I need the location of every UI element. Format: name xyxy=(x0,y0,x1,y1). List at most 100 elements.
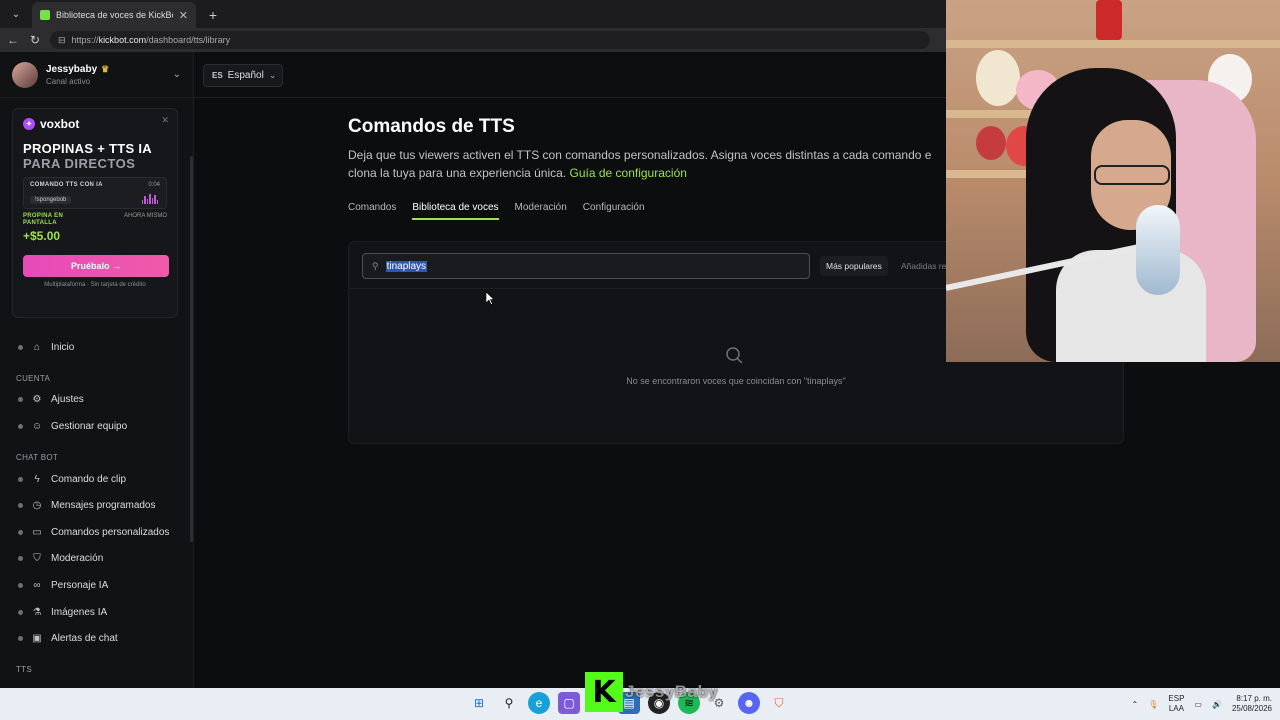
shield-icon: ⛉ xyxy=(33,553,41,565)
microphone-icon[interactable]: 🎙 xyxy=(1148,700,1158,709)
plush-toy xyxy=(1096,0,1122,40)
tab-moderacion[interactable]: Moderación xyxy=(515,202,567,220)
language-selector[interactable]: ES Español ⌄ xyxy=(203,64,283,87)
kick-logo-icon: K xyxy=(585,672,623,712)
avatar xyxy=(12,61,38,88)
voxbot-promo-card: ✕ ✦ voxbot PROPINAS + TTS IA PARA DIRECTO… xyxy=(12,108,178,318)
search-icon xyxy=(726,347,743,364)
close-tab-icon[interactable]: ✕ xyxy=(179,9,188,22)
tab-title: Biblioteca de voces de KickBot xyxy=(56,10,173,20)
clock[interactable]: 8:17 p. m. 25/08/2026 xyxy=(1232,694,1272,714)
gift-icon: ▣ xyxy=(32,633,42,645)
clip-icon: ϟ xyxy=(34,473,40,485)
chevron-down-icon: ⌄ xyxy=(268,70,277,80)
try-it-button[interactable]: Pruébalo → xyxy=(23,255,169,277)
sort-most-popular-button[interactable]: Más populares xyxy=(820,256,888,276)
webcam-overlay xyxy=(946,0,1280,362)
mouse-cursor-icon xyxy=(486,292,494,305)
home-icon: ⌂ xyxy=(33,341,41,353)
tip-preview: PROPINA EN PANTALLA AHORA MISMO +$5.00 xyxy=(23,213,167,243)
promo-subheadline: PARA DIRECTOS xyxy=(23,156,136,171)
profile-name: Jessybaby xyxy=(46,63,98,75)
close-icon[interactable]: ✕ xyxy=(161,115,169,126)
url-field[interactable]: ⊟ https://kickbot.com/dashboard/tts/libr… xyxy=(50,31,930,49)
input-language[interactable]: ESP LAA xyxy=(1168,694,1184,714)
tab-configuracion[interactable]: Configuración xyxy=(583,202,645,220)
waveform-icon xyxy=(141,194,158,204)
glasses xyxy=(1094,165,1170,185)
profile-status: Canal activo xyxy=(46,76,91,86)
language-label: Español xyxy=(227,70,264,81)
tab-list-chevron-icon[interactable]: ⌄ xyxy=(4,2,28,26)
gear-icon: ⚙ xyxy=(32,394,42,406)
empty-state-message: No se encontraron voces que coincidan co… xyxy=(626,376,846,386)
microphone xyxy=(1136,205,1180,295)
chevron-up-icon[interactable]: ⌃ xyxy=(1132,700,1139,709)
search-icon: ⚲ xyxy=(372,260,379,271)
clock-icon: ◷ xyxy=(32,500,42,512)
back-arrow-icon[interactable]: ← xyxy=(6,33,20,47)
kickbot-favicon-icon xyxy=(40,10,50,20)
sidebar-item-mensajes-programados[interactable]: ◷ Mensajes programados xyxy=(0,492,193,519)
tab-comandos[interactable]: Comandos xyxy=(348,202,396,220)
brave-browser-icon[interactable]: ⛉ xyxy=(768,692,790,714)
sidebar-item-comando-de-clip[interactable]: ϟ Comando de clip xyxy=(0,466,193,493)
new-tab-icon[interactable]: + xyxy=(202,4,224,26)
nav-section-tts: TTS xyxy=(16,664,33,674)
browser-tab[interactable]: Biblioteca de voces de KickBot ✕ xyxy=(32,2,196,28)
sidebar-item-imagenes-ia[interactable]: ⚗ Imágenes IA xyxy=(0,599,193,626)
windows-start-icon[interactable]: ⊞ xyxy=(468,692,490,714)
crown-icon: ♛ xyxy=(101,63,110,74)
system-tray: ⌃ 🎙 ESP LAA ▭ 🔊 8:17 p. m. 25/08/2026 xyxy=(1132,688,1272,720)
volume-icon[interactable]: 🔊 xyxy=(1212,700,1222,709)
url-text: https://kickbot.com/dashboard/tts/librar… xyxy=(71,35,231,45)
voice-search-input[interactable]: ⚲ tinaplays xyxy=(362,253,810,279)
sidebar-item-comandos-personalizados[interactable]: ▭ Comandos personalizados xyxy=(0,519,193,546)
streamer-shirt xyxy=(1056,250,1206,362)
profile-switcher[interactable]: Jessybaby ♛ Canal activo ⌄ xyxy=(0,52,193,98)
search-icon[interactable]: ⚲ xyxy=(498,692,520,714)
voxbot-mark-icon: ✦ xyxy=(23,118,35,130)
command-chip: !spongebob xyxy=(30,196,72,204)
discord-icon[interactable]: ☻ xyxy=(738,692,760,714)
stream-channel-name: JessyBaby xyxy=(625,682,719,701)
tts-command-preview: COMANDO TTS CON IA 0:04 !spongebob xyxy=(23,177,167,209)
language-code: ES xyxy=(212,71,223,80)
chevron-down-icon[interactable]: ⌄ xyxy=(173,69,181,80)
sidebar-nav: ⌂ Inicio CUENTA ⚙ Ajustes ☺ Gestionar eq… xyxy=(0,334,193,678)
sidebar-item-inicio[interactable]: ⌂ Inicio xyxy=(0,334,193,361)
site-info-icon[interactable]: ⊟ xyxy=(58,35,66,46)
sidebar-item-ajustes[interactable]: ⚙ Ajustes xyxy=(0,387,193,414)
page-title: Comandos de TTS xyxy=(348,116,515,137)
nav-bullet xyxy=(18,344,23,350)
screen: ⌄ Biblioteca de voces de KickBot ✕ + ← ↻… xyxy=(0,0,1280,720)
edge-browser-icon[interactable]: e xyxy=(528,692,550,714)
setup-guide-link[interactable]: Guía de configuración xyxy=(570,166,687,180)
sort-recent-button[interactable]: Añadidas re xyxy=(901,256,946,276)
plush-toy xyxy=(976,50,1020,106)
search-value: tinaplays xyxy=(385,260,428,272)
flask-icon: ⚗ xyxy=(32,606,42,618)
tab-biblioteca-de-voces[interactable]: Biblioteca de voces xyxy=(412,202,499,220)
nav-section-cuenta: CUENTA xyxy=(16,373,51,383)
nav-section-chat-bot: CHAT BOT xyxy=(16,452,59,462)
top-header: ES Español ⌄ xyxy=(194,52,946,98)
sidebar-scrollbar[interactable] xyxy=(190,156,193,542)
sidebar-item-moderacion[interactable]: ⛉ Moderación xyxy=(0,546,193,573)
plush-toy xyxy=(976,126,1006,160)
reload-icon[interactable]: ↻ xyxy=(28,33,42,47)
sidebar-item-alertas-de-chat[interactable]: ▣ Alertas de chat xyxy=(0,625,193,652)
app-icon[interactable]: ▢ xyxy=(558,692,580,714)
tip-amount: +$5.00 xyxy=(23,229,61,243)
sidebar: Jessybaby ♛ Canal activo ⌄ ✕ ✦ voxbot PROP… xyxy=(0,52,194,688)
team-icon: ☺ xyxy=(31,420,43,432)
shelf xyxy=(946,40,1280,48)
page-description: Deja que tus viewers activen el TTS con … xyxy=(348,148,932,180)
tag-icon: ▭ xyxy=(32,526,42,538)
sidebar-item-personaje-ia[interactable]: ∞ Personaje IA xyxy=(0,572,193,599)
network-icon[interactable]: ▭ xyxy=(1194,700,1202,709)
promo-headline: PROPINAS + TTS IA xyxy=(23,141,152,156)
promo-footnote: Multiplataforma · Sin tarjeta de crédito xyxy=(44,282,146,288)
sidebar-item-gestionar-equipo[interactable]: ☺ Gestionar equipo xyxy=(0,413,193,440)
voxbot-logo: ✦ voxbot xyxy=(23,117,167,131)
